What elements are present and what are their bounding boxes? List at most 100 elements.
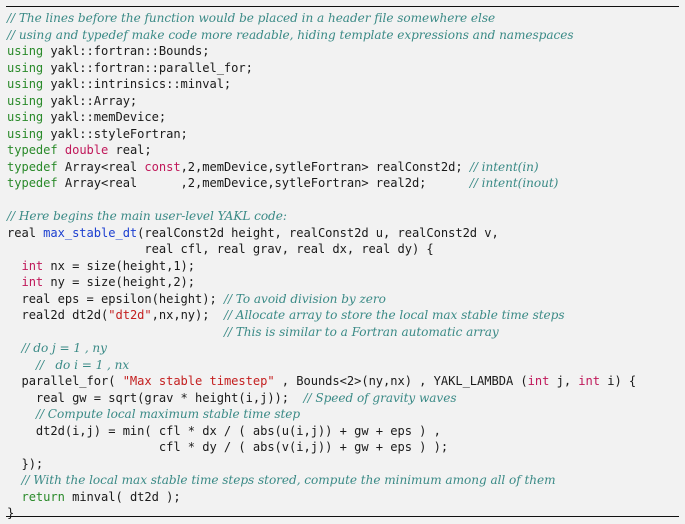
code-line: typedef Array<real ,2,memDevice,sytleFor… — [7, 175, 636, 192]
code-text: cfl * dy / ( abs(v(i,j)) + gw + eps ) ); — [7, 440, 449, 454]
code-comment: // The lines before the function would b… — [7, 11, 496, 25]
code-type: const — [144, 159, 181, 174]
code-line: using yakl::memDevice; — [7, 109, 636, 126]
code-line: // Compute local maximum stable time ste… — [7, 406, 636, 423]
code-keyword: return — [21, 489, 65, 504]
code-type: int — [527, 374, 550, 388]
code-comment: // do i = 1 , nx — [35, 357, 130, 372]
code-function-name: max_stable_dt — [43, 225, 138, 240]
code-text: yakl::fortran::Bounds; — [43, 44, 210, 58]
code-line: using yakl::fortran::parallel_for; — [7, 60, 636, 77]
code-text: ny = size(height,2); — [43, 275, 196, 289]
code-line: // Here begins the main user-level YAKL … — [7, 208, 636, 225]
code-listing: // The lines before the function would b… — [7, 10, 636, 522]
code-comment: // intent(in) — [469, 159, 539, 174]
code-line: }); — [7, 456, 636, 473]
code-comment: // Allocate array to store the local max… — [223, 308, 565, 322]
code-text: i) { — [600, 374, 637, 388]
code-text: j, — [549, 374, 579, 388]
code-keyword: using — [7, 44, 44, 58]
code-line: return minval( dt2d ); — [7, 489, 636, 506]
code-keyword: using — [7, 93, 44, 108]
code-line: typedef Array<real const,2,memDevice,syt… — [7, 159, 636, 176]
code-comment: // This is similar to a Fortran automati… — [223, 324, 499, 339]
code-keyword: using — [7, 110, 44, 124]
code-line: using yakl::Array; — [7, 93, 636, 110]
code-keyword: using — [7, 77, 44, 91]
code-text: dt2d(i,j) = min( cfl * dx / ( abs(u(i,j)… — [7, 423, 441, 438]
code-keyword: typedef — [7, 143, 58, 157]
code-text: yakl::fortran::parallel_for; — [43, 60, 253, 75]
code-text: nx = size(height,1); — [43, 258, 196, 273]
code-keyword: using — [7, 60, 44, 75]
code-comment: // To avoid division by zero — [223, 291, 386, 306]
code-comment: // Speed of gravity waves — [303, 390, 457, 405]
code-string: "dt2d" — [108, 308, 152, 322]
code-text: yakl::Array; — [43, 93, 138, 108]
code-text: real eps = epsilon(height); — [7, 291, 224, 306]
code-line: real gw = sqrt(grav * height(i,j)); // S… — [7, 390, 636, 407]
code-comment: // Here begins the main user-level YAKL … — [7, 209, 287, 223]
code-keyword: typedef — [7, 176, 58, 190]
code-line: typedef double real; — [7, 142, 636, 159]
code-text: yakl::styleFortran; — [43, 126, 188, 141]
code-text: }); — [7, 456, 44, 471]
code-comment: // do j = 1 , ny — [21, 341, 107, 355]
code-line: // do i = 1 , nx — [7, 357, 636, 374]
code-text: Array<real — [57, 159, 145, 174]
bottom-rule — [6, 516, 679, 517]
code-line: int ny = size(height,2); — [7, 274, 636, 291]
code-line: real cfl, real grav, real dx, real dy) { — [7, 241, 636, 258]
code-text: ,nx,ny); — [151, 308, 224, 322]
code-text: real — [7, 225, 44, 240]
code-string: "Max stable timestep" — [122, 374, 275, 388]
code-line: real eps = epsilon(height); // To avoid … — [7, 291, 636, 308]
code-text: ,2,memDevice,sytleFortran> realConst2d; — [180, 159, 470, 174]
code-type: int — [578, 374, 600, 388]
code-line: real2d dt2d("dt2d",nx,ny); // Allocate a… — [7, 307, 636, 324]
code-text: real gw = sqrt(grav * height(i,j)); — [7, 390, 304, 405]
code-line: // This is similar to a Fortran automati… — [7, 324, 636, 341]
code-line: // With the local max stable time steps … — [7, 472, 636, 489]
code-comment: // With the local max stable time steps … — [21, 473, 556, 487]
code-line: // do j = 1 , ny — [7, 340, 636, 357]
code-text: yakl::memDevice; — [43, 110, 167, 124]
code-text: parallel_for( — [7, 374, 123, 388]
code-text: minval( dt2d ); — [64, 489, 181, 504]
code-text: yakl::intrinsics::minval; — [43, 77, 232, 91]
code-line: dt2d(i,j) = min( cfl * dx / ( abs(u(i,j)… — [7, 423, 636, 440]
code-line: using yakl::styleFortran; — [7, 126, 636, 143]
code-line: // using and typedef make code more read… — [7, 27, 636, 44]
code-type: double — [64, 143, 109, 157]
code-text: (realConst2d height, realConst2d u, real… — [137, 225, 499, 240]
code-comment: // intent(inout) — [469, 176, 559, 190]
code-comment: // Compute local maximum stable time ste… — [35, 407, 301, 421]
code-line: parallel_for( "Max stable timestep" , Bo… — [7, 373, 636, 390]
code-comment: // using and typedef make code more read… — [7, 27, 574, 42]
code-line: int nx = size(height,1); — [7, 258, 636, 275]
code-text: Array<real ,2,memDevice,sytleFortran> re… — [57, 176, 470, 190]
code-line: // The lines before the function would b… — [7, 10, 636, 27]
code-line: } — [7, 505, 636, 522]
code-line: using yakl::intrinsics::minval; — [7, 76, 636, 93]
code-type: int — [21, 275, 44, 289]
code-line: using yakl::fortran::Bounds; — [7, 43, 636, 60]
code-line: cfl * dy / ( abs(v(i,j)) + gw + eps ) ); — [7, 439, 636, 456]
code-keyword: typedef — [7, 159, 58, 174]
code-text: , Bounds<2>(ny,nx) , YAKL_LAMBDA ( — [274, 374, 528, 388]
code-text: real cfl, real grav, real dx, real dy) { — [7, 242, 434, 256]
code-line: real max_stable_dt(realConst2d height, r… — [7, 225, 636, 242]
code-keyword: using — [7, 126, 44, 141]
code-text: real; — [108, 143, 152, 157]
code-text: real2d dt2d( — [7, 308, 109, 322]
